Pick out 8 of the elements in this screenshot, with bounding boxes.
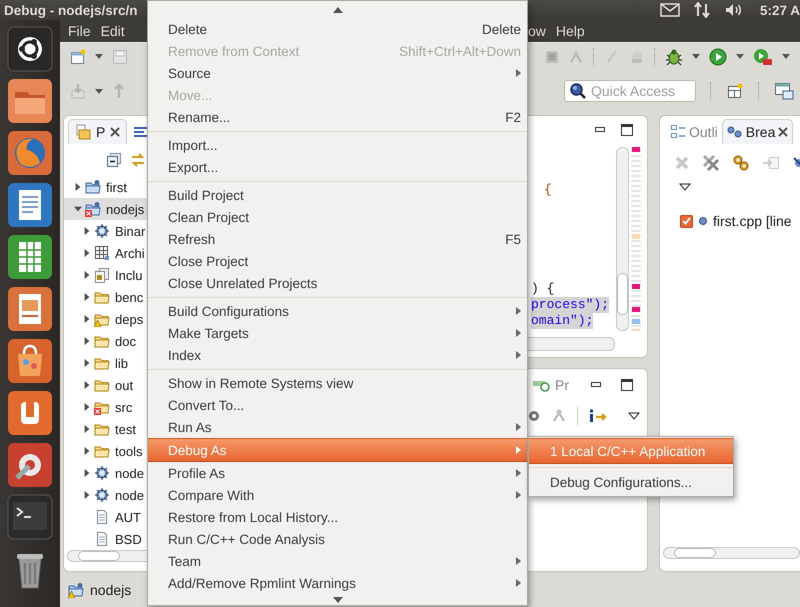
status-text: nodejs — [90, 582, 132, 598]
shortcut-text: F2 — [505, 110, 521, 124]
shortcut-text: Shift+Ctrl+Alt+Down — [399, 44, 521, 58]
window-title: Debug - nodejs/src/n — [4, 2, 138, 18]
shortcut-text: Delete — [482, 22, 521, 36]
code-line: ) { — [531, 281, 554, 297]
shortcut-text: F5 — [505, 232, 521, 246]
code-line: { — [544, 182, 552, 198]
